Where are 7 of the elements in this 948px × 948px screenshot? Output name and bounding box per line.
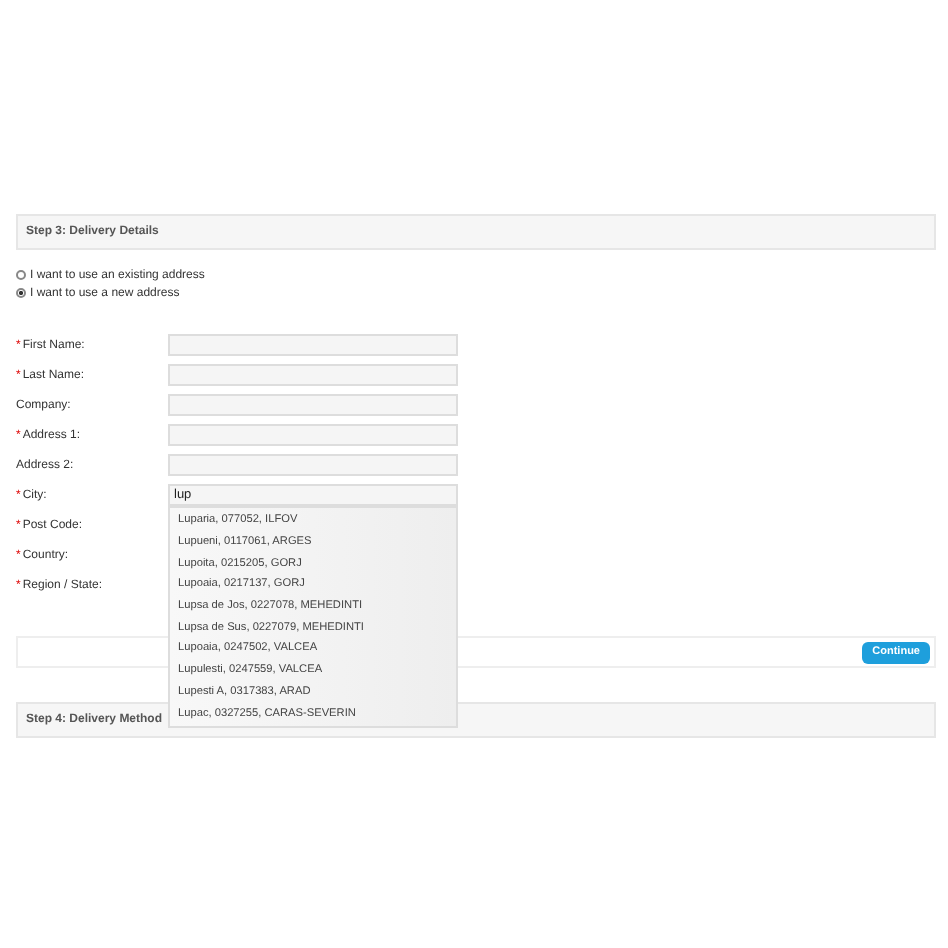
input-field[interactable] <box>168 334 458 356</box>
radio-button[interactable] <box>16 270 26 280</box>
input-field[interactable] <box>168 424 458 446</box>
input-field[interactable] <box>168 394 458 416</box>
radio-button[interactable] <box>16 288 26 298</box>
input-field[interactable] <box>168 364 458 386</box>
input-field[interactable] <box>168 454 458 476</box>
